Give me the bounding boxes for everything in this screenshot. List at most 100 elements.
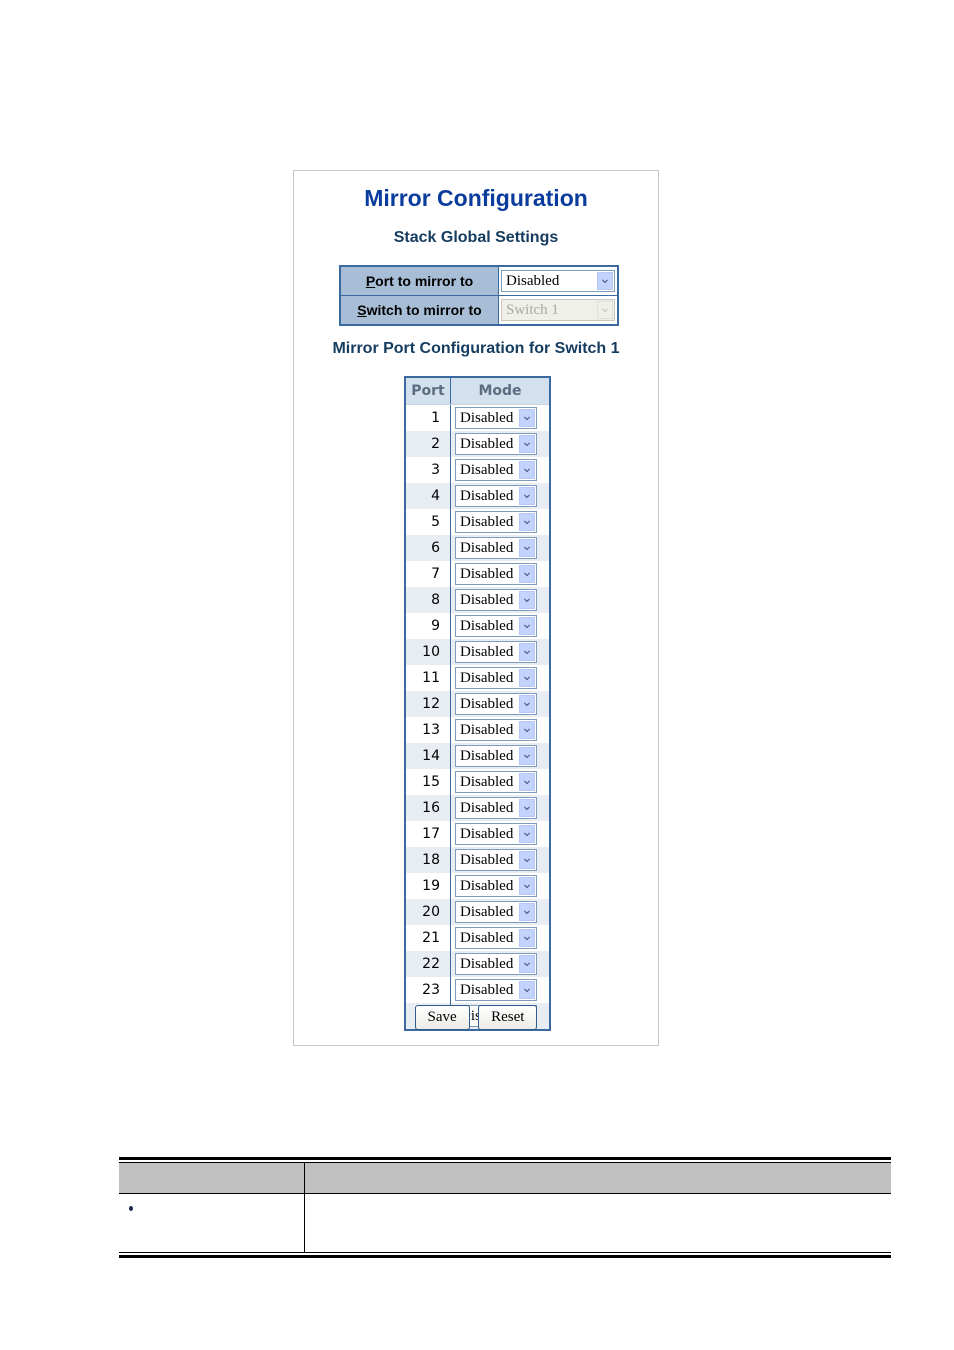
chevron-down-icon[interactable]: ⌄ xyxy=(519,487,535,505)
mode-select[interactable]: Disabled ⌄ xyxy=(455,797,537,819)
port-mode-table: Port Mode 1 Disabled ⌄ 2 Disabled ⌄ 3 Disabled ⌄… xyxy=(404,376,551,1031)
mode-select[interactable]: Disabled ⌄ xyxy=(455,901,537,923)
chevron-down-icon[interactable]: ⌄ xyxy=(519,981,535,999)
switch-to-mirror-to-label: Switch to mirror to xyxy=(339,295,499,326)
mode-cell: Disabled ⌄ xyxy=(450,743,550,769)
port-row: 16 Disabled ⌄ xyxy=(405,795,550,821)
chevron-down-icon[interactable]: ⌄ xyxy=(519,721,535,739)
port-row: 2 Disabled ⌄ xyxy=(405,431,550,457)
port-row: 9 Disabled ⌄ xyxy=(405,613,550,639)
port-row: 14 Disabled ⌄ xyxy=(405,743,550,769)
chevron-down-icon[interactable]: ⌄ xyxy=(519,409,535,427)
port-number: 12 xyxy=(405,691,451,717)
mode-cell: Disabled ⌄ xyxy=(450,483,550,509)
select-value: Disabled xyxy=(460,617,514,634)
mode-select[interactable]: Disabled ⌄ xyxy=(455,589,537,611)
chevron-down-icon[interactable]: ⌄ xyxy=(519,903,535,921)
select-value: Disabled xyxy=(460,929,514,946)
mode-cell: Disabled ⌄ xyxy=(450,457,550,483)
chevron-down-icon[interactable]: ⌄ xyxy=(519,539,535,557)
select-value: Disabled xyxy=(460,955,514,972)
parameter-description-table xyxy=(119,1157,891,1258)
port-row: 7 Disabled ⌄ xyxy=(405,561,550,587)
port-row: 3 Disabled ⌄ xyxy=(405,457,550,483)
mode-cell: Disabled ⌄ xyxy=(450,639,550,665)
mode-select[interactable]: Disabled ⌄ xyxy=(455,953,537,975)
chevron-down-icon[interactable]: ⌄ xyxy=(519,799,535,817)
select-value: Disabled xyxy=(460,513,514,530)
port-row: 23 Disabled ⌄ xyxy=(405,977,550,1003)
mode-select[interactable]: Disabled ⌄ xyxy=(455,407,537,429)
mode-select[interactable]: Disabled ⌄ xyxy=(455,641,537,663)
page-title: Mirror Configuration xyxy=(364,185,588,211)
chevron-down-icon[interactable]: ⌄ xyxy=(519,617,535,635)
port-number: 2 xyxy=(405,431,451,457)
table-header-row xyxy=(119,1162,891,1193)
select-value: Disabled xyxy=(460,591,514,608)
mode-select[interactable]: Disabled ⌄ xyxy=(455,823,537,845)
port-number: 6 xyxy=(405,535,451,561)
mode-select[interactable]: Disabled ⌄ xyxy=(455,771,537,793)
select-value: Disabled xyxy=(460,409,514,426)
mode-select[interactable]: Disabled ⌄ xyxy=(455,693,537,715)
chevron-down-icon: ⌄ xyxy=(597,301,613,319)
chevron-down-icon[interactable]: ⌄ xyxy=(519,435,535,453)
chevron-down-icon[interactable]: ⌄ xyxy=(519,747,535,765)
mode-cell: Disabled ⌄ xyxy=(450,977,550,1003)
chevron-down-icon[interactable]: ⌄ xyxy=(597,272,613,290)
mode-select[interactable]: Disabled ⌄ xyxy=(455,927,537,949)
mode-select[interactable]: Disabled ⌄ xyxy=(455,459,537,481)
mode-select[interactable]: Disabled ⌄ xyxy=(455,563,537,585)
port-number: 23 xyxy=(405,977,451,1003)
global-settings-table: Port to mirror to Disabled ⌄ Switch to m… xyxy=(339,265,619,326)
chevron-down-icon[interactable]: ⌄ xyxy=(519,565,535,583)
stack-global-settings-heading: Stack Global Settings xyxy=(393,229,559,246)
chevron-down-icon[interactable]: ⌄ xyxy=(519,929,535,947)
object-cell xyxy=(119,1194,305,1252)
accesskey-s: S xyxy=(357,302,367,318)
mode-select[interactable]: Disabled ⌄ xyxy=(455,979,537,1001)
port-row: 13 Disabled ⌄ xyxy=(405,717,550,743)
select-value: Disabled xyxy=(460,643,514,660)
chevron-down-icon[interactable]: ⌄ xyxy=(519,643,535,661)
chevron-down-icon[interactable]: ⌄ xyxy=(519,773,535,791)
chevron-down-icon[interactable]: ⌄ xyxy=(519,877,535,895)
port-number: 22 xyxy=(405,951,451,977)
mode-cell: Disabled ⌄ xyxy=(450,404,550,431)
mode-select[interactable]: Disabled ⌄ xyxy=(455,537,537,559)
mode-select[interactable]: Disabled ⌄ xyxy=(455,745,537,767)
select-value: Disabled xyxy=(460,539,514,556)
mode-select[interactable]: Disabled ⌄ xyxy=(455,511,537,533)
chevron-down-icon[interactable]: ⌄ xyxy=(519,695,535,713)
mode-select[interactable]: Disabled ⌄ xyxy=(455,615,537,637)
reset-button[interactable]: Reset xyxy=(478,1005,538,1030)
port-to-mirror-to-select[interactable]: Disabled ⌄ xyxy=(501,270,615,292)
chevron-down-icon[interactable]: ⌄ xyxy=(519,513,535,531)
save-button[interactable]: Save xyxy=(414,1005,470,1030)
chevron-down-icon[interactable]: ⌄ xyxy=(519,825,535,843)
mode-select[interactable]: Disabled ⌄ xyxy=(455,433,537,455)
chevron-down-icon[interactable]: ⌄ xyxy=(519,591,535,609)
mode-select[interactable]: Disabled ⌄ xyxy=(455,875,537,897)
chevron-down-icon[interactable]: ⌄ xyxy=(519,851,535,869)
port-number: 8 xyxy=(405,587,451,613)
port-row: 18 Disabled ⌄ xyxy=(405,847,550,873)
port-number: 5 xyxy=(405,509,451,535)
port-number: 7 xyxy=(405,561,451,587)
mode-select[interactable]: Disabled ⌄ xyxy=(455,849,537,871)
mode-cell: Disabled ⌄ xyxy=(450,899,550,925)
port-number: 19 xyxy=(405,873,451,899)
select-value: Switch 1 xyxy=(506,301,559,318)
mode-select[interactable]: Disabled ⌄ xyxy=(455,667,537,689)
chevron-down-icon[interactable]: ⌄ xyxy=(519,669,535,687)
chevron-down-icon[interactable]: ⌄ xyxy=(519,955,535,973)
mode-select[interactable]: Disabled ⌄ xyxy=(455,485,537,507)
port-row: 6 Disabled ⌄ xyxy=(405,535,550,561)
port-number: 9 xyxy=(405,613,451,639)
table-bottom-rule xyxy=(119,1252,891,1253)
label-text: ort to mirror to xyxy=(375,273,474,289)
select-value: Disabled xyxy=(460,877,514,894)
chevron-down-icon[interactable]: ⌄ xyxy=(519,461,535,479)
mirror-configuration-panel: Mirror Configuration Stack Global Settin… xyxy=(293,170,659,1046)
mode-select[interactable]: Disabled ⌄ xyxy=(455,719,537,741)
